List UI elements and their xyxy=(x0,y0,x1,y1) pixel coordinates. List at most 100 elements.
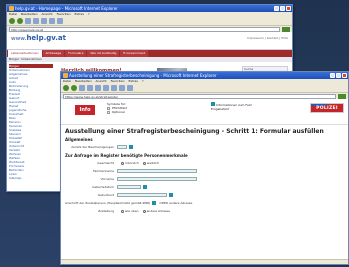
address-input[interactable]: http://www.help.gv.at xyxy=(9,26,280,32)
form-row: Geburtsdatum xyxy=(65,183,344,191)
radio-female[interactable] xyxy=(142,161,146,165)
favorites-icon[interactable] xyxy=(111,85,117,91)
sidebar-item[interactable]: Sitemap xyxy=(9,176,53,180)
minimize-button[interactable] xyxy=(274,6,279,11)
surname-input[interactable] xyxy=(117,169,197,173)
search-icon[interactable] xyxy=(49,18,55,24)
field-label: Geschlecht xyxy=(97,161,114,165)
section-heading: Allgemeines xyxy=(65,137,93,142)
menu-item[interactable]: Datei xyxy=(63,79,71,84)
info-icon[interactable] xyxy=(129,145,133,149)
address-input[interactable]: https://www.help.gv.at/strafregister xyxy=(63,93,336,99)
field-label: Geburtsort xyxy=(97,193,114,197)
radio-other[interactable] xyxy=(142,209,146,213)
nav-item-amtswege[interactable]: Amtswege xyxy=(42,50,65,57)
form-row: Familienname xyxy=(65,167,344,175)
site-header: www.help.gv.at Impressum | Kontakt | Hil… xyxy=(7,32,292,50)
title-bar[interactable]: help.gv.at - Homepage - Microsoft Intern… xyxy=(7,5,292,12)
forward-icon[interactable] xyxy=(71,85,77,91)
menu-item[interactable]: Ansicht xyxy=(42,12,53,17)
maximize-button[interactable] xyxy=(336,73,341,78)
maximize-button[interactable] xyxy=(280,6,285,11)
status-bar xyxy=(61,259,348,264)
menu-item[interactable]: Bearbeiten xyxy=(75,79,91,84)
back-icon[interactable] xyxy=(63,85,69,91)
field-label: Anzahl der Bescheinigungen xyxy=(71,145,114,149)
window-title: help.gv.at - Homepage - Microsoft Intern… xyxy=(15,6,118,11)
menu-item[interactable]: Favoriten xyxy=(111,79,125,84)
form-header: Info Symbole für: Pflichtfeld Optional I… xyxy=(61,99,348,125)
menu-item[interactable]: ? xyxy=(88,12,90,17)
menu-item[interactable]: Extras xyxy=(128,79,137,84)
radio-same[interactable] xyxy=(121,209,124,213)
ie-icon xyxy=(63,73,68,78)
menu-item[interactable]: ? xyxy=(142,79,144,84)
nav-item-egovernment[interactable]: E-Government xyxy=(120,50,149,57)
required-swatch xyxy=(107,106,110,110)
field-label: Familienname xyxy=(93,169,114,173)
form-row: Anschrift der Zustellperson (Hauptwohnsi… xyxy=(65,199,344,207)
stop-icon[interactable] xyxy=(79,85,85,91)
close-button[interactable] xyxy=(286,6,291,11)
minimize-button[interactable] xyxy=(330,73,335,78)
ie-icon xyxy=(9,6,14,11)
browser-window-form[interactable]: Ausstellung einer Strafregisterbescheini… xyxy=(60,71,349,265)
info-icon[interactable] xyxy=(169,193,173,197)
info-icon[interactable] xyxy=(152,201,157,205)
menu-item[interactable]: Extras xyxy=(74,12,83,17)
close-button[interactable] xyxy=(342,73,347,78)
address-note: Anschrift der Zustellperson (Hauptwohnsi… xyxy=(65,201,151,205)
birthdate-input[interactable] xyxy=(117,185,141,189)
or-other-address: ODER andere Adresse xyxy=(159,201,193,205)
form-body: Ausstellung einer Strafregisterbescheini… xyxy=(61,125,348,218)
firstname-input[interactable] xyxy=(117,177,197,181)
form-title: Ausstellung einer Strafregisterbescheini… xyxy=(65,128,324,135)
refresh-icon[interactable] xyxy=(87,85,93,91)
back-icon[interactable] xyxy=(9,18,15,24)
go-button[interactable] xyxy=(282,26,290,32)
section-heading: Zur Anfrage im Register benötigte Person… xyxy=(65,153,188,158)
menu-item[interactable]: Datei xyxy=(9,12,17,17)
count-input[interactable] xyxy=(117,145,127,149)
menu-item[interactable]: Favoriten xyxy=(57,12,71,17)
form-row: Zustellung wie oben andere Adresse xyxy=(65,207,344,215)
top-links[interactable]: Impressum | Kontakt | Hilfe xyxy=(247,36,288,40)
menu-item[interactable]: Bearbeiten xyxy=(21,12,37,17)
search-icon[interactable] xyxy=(103,85,109,91)
mail-icon[interactable] xyxy=(119,85,125,91)
nav-item-lebenssituationen[interactable]: Lebenssituationen xyxy=(8,50,42,57)
main-nav: Lebenssituationen Amtswege Formulare Wer… xyxy=(7,50,292,57)
menu-item[interactable]: Ansicht xyxy=(96,79,107,84)
legend-2: Informationen zum Feld Eingabefeld xyxy=(211,102,252,111)
favorites-icon[interactable] xyxy=(57,18,63,24)
field-label: Vorname xyxy=(100,177,114,181)
toolbar xyxy=(61,84,348,93)
info-icon[interactable] xyxy=(143,185,147,189)
optional-swatch xyxy=(107,110,110,114)
refresh-icon[interactable] xyxy=(33,18,39,24)
info-badge: Info xyxy=(75,105,95,115)
form-row: Geschlecht männlich weiblich xyxy=(65,159,344,167)
info-icon xyxy=(211,102,215,106)
go-button[interactable] xyxy=(338,93,346,99)
nav-item-formulare[interactable]: Formulare xyxy=(65,50,87,57)
title-bar[interactable]: Ausstellung einer Strafregisterbescheini… xyxy=(61,72,348,79)
form-row: Vorname xyxy=(65,175,344,183)
field-label: Geburtsdatum xyxy=(92,185,114,189)
forward-icon[interactable] xyxy=(17,18,23,24)
field-label: Zustellung xyxy=(98,209,114,213)
stop-icon[interactable] xyxy=(25,18,31,24)
toolbar xyxy=(7,17,292,26)
home-icon[interactable] xyxy=(41,18,47,24)
radio-male[interactable] xyxy=(121,161,124,165)
home-icon[interactable] xyxy=(95,85,101,91)
window-title: Ausstellung einer Strafregisterbescheini… xyxy=(69,73,217,78)
nav-item-zustaendig[interactable]: Wer ist zuständig xyxy=(87,50,120,57)
birthplace-input[interactable] xyxy=(117,193,167,197)
form-row: Geburtsort xyxy=(65,191,344,199)
print-icon[interactable] xyxy=(127,85,133,91)
desktop: help.gv.at - Homepage - Microsoft Intern… xyxy=(0,0,349,267)
site-logo[interactable]: www.help.gv.at xyxy=(11,34,66,42)
sidebar-list: Bürger Unternehmen Allgemeines Arbeit Auto Be… xyxy=(9,64,53,180)
form-row: Anzahl der Bescheinigungen xyxy=(65,143,344,151)
